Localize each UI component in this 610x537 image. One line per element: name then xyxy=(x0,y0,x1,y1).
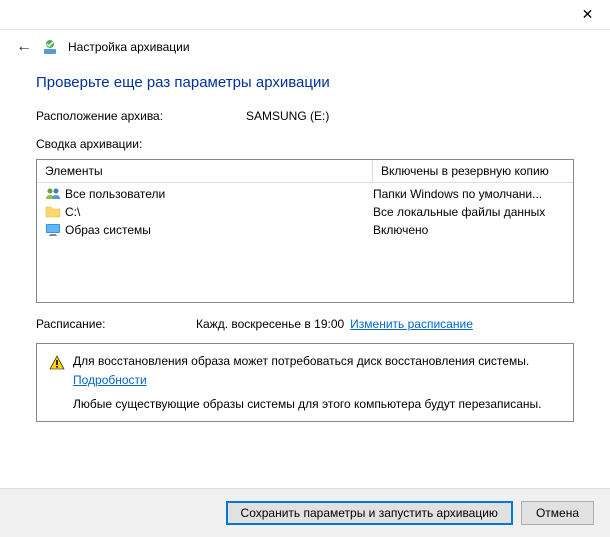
location-row: Расположение архива: SAMSUNG (E:) xyxy=(36,109,574,123)
row-included: Включено xyxy=(373,223,565,237)
save-button[interactable]: Сохранить параметры и запустить архиваци… xyxy=(226,501,513,525)
table-header: Элементы Включены в резервную копию xyxy=(37,160,573,183)
table-row[interactable]: Образ системы Включено xyxy=(37,221,573,239)
cancel-button[interactable]: Отмена xyxy=(521,501,594,525)
close-button[interactable]: ✕ xyxy=(565,0,610,30)
schedule-value: Кажд. воскресенье в 19:00 xyxy=(196,317,344,331)
content-area: Проверьте еще раз параметры архивации Ра… xyxy=(0,64,610,422)
table-row[interactable]: C:\ Все локальные файлы данных xyxy=(37,203,573,221)
row-name: Все пользователи xyxy=(65,187,165,201)
summary-table: Элементы Включены в резервную копию Все … xyxy=(36,159,574,303)
warning-icon xyxy=(49,355,65,371)
header-title: Настройка архивации xyxy=(68,40,190,54)
location-value: SAMSUNG (E:) xyxy=(246,109,329,123)
info-text-1: Для восстановления образа может потребов… xyxy=(73,354,561,368)
back-button[interactable]: ← xyxy=(16,38,32,56)
page-heading: Проверьте еще раз параметры архивации xyxy=(36,74,574,91)
info-text-2: Любые существующие образы системы для эт… xyxy=(73,397,561,411)
monitor-icon xyxy=(45,222,61,238)
row-included: Все локальные файлы данных xyxy=(373,205,565,219)
details-link[interactable]: Подробности xyxy=(73,373,147,387)
footer: Сохранить параметры и запустить архиваци… xyxy=(0,488,610,537)
table-row[interactable]: Все пользователи Папки Windows по умолча… xyxy=(37,185,573,203)
location-label: Расположение архива: xyxy=(36,109,246,123)
schedule-label: Расписание: xyxy=(36,317,196,331)
change-schedule-link[interactable]: Изменить расписание xyxy=(350,317,473,331)
backup-icon xyxy=(42,39,58,55)
column-elements[interactable]: Элементы xyxy=(37,160,373,182)
info-box: Для восстановления образа может потребов… xyxy=(36,343,574,422)
titlebar: ✕ xyxy=(0,0,610,30)
row-name: C:\ xyxy=(65,205,80,219)
folder-icon xyxy=(45,204,61,220)
users-icon xyxy=(45,186,61,202)
summary-label: Сводка архивации: xyxy=(36,137,574,151)
row-name: Образ системы xyxy=(65,223,151,237)
schedule-row: Расписание: Кажд. воскресенье в 19:00 Из… xyxy=(36,317,574,331)
row-included: Папки Windows по умолчани... xyxy=(373,187,565,201)
table-body: Все пользователи Папки Windows по умолча… xyxy=(37,183,573,241)
column-included[interactable]: Включены в резервную копию xyxy=(373,160,573,182)
wizard-header: ← Настройка архивации xyxy=(0,30,610,64)
